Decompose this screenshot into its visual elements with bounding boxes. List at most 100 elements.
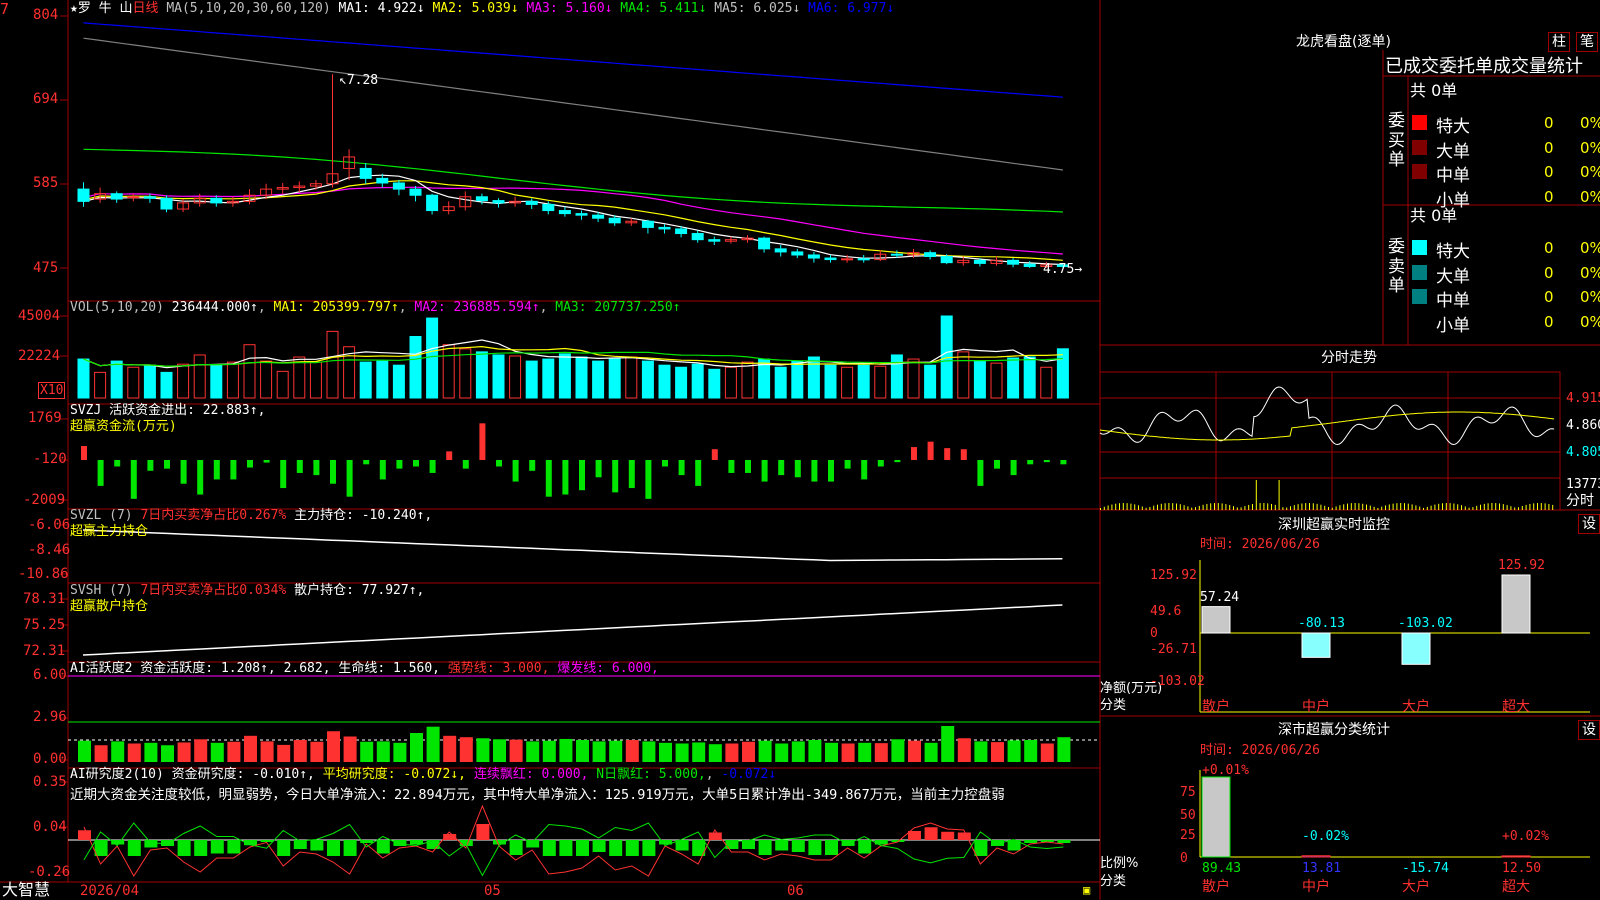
intraday-vol-bar: [1195, 507, 1196, 510]
ai1-bar: [526, 741, 540, 762]
star-icon[interactable]: ★: [70, 1, 78, 16]
intraday-vol-bar: [1514, 507, 1516, 510]
tick-view-button[interactable]: 笔: [1576, 32, 1598, 52]
ai2-axis-label: -0.26: [28, 864, 71, 880]
monitor-y-label: 49.6: [1150, 604, 1182, 619]
row-name: 中单: [1436, 166, 1470, 186]
brand-logo: 大智慧: [2, 880, 51, 899]
row-name: 大单: [1436, 267, 1470, 287]
intraday-vol-bar: [1354, 503, 1356, 510]
ai2-bar: [1057, 840, 1071, 843]
ma5-value: MA5: 6.025↓: [714, 1, 801, 16]
classify-ylabel: 比例%: [1100, 856, 1139, 871]
monitor-cat-label: 大户: [1402, 699, 1430, 715]
svzj-bar: [1010, 460, 1017, 476]
svzj-sub: 超赢资金流(万元): [70, 419, 177, 434]
row-value: 0: [1544, 239, 1554, 257]
intraday-vol-bar: [1533, 503, 1535, 510]
vol-axis-label: 22224: [18, 348, 61, 364]
ai1-bar: [111, 741, 125, 762]
monitor-y-label: -26.71: [1150, 642, 1197, 657]
ai2-analysis-text: 近期大资金关注度较低，明显弱势，今日大单净流入：22.894万元，其中特大单净流…: [70, 787, 1005, 803]
intraday-vol-bar: [1483, 503, 1485, 510]
ma4-value: MA4: 5.411↓: [620, 1, 707, 16]
intraday-vol-bar: [1293, 505, 1295, 510]
volume-bar: [309, 361, 322, 399]
intraday-vol-bar: [1202, 504, 1204, 510]
intraday-vol-bar: [1502, 504, 1504, 510]
intraday-title: 分时走势: [1321, 350, 1377, 366]
ai1-bar: [924, 742, 938, 762]
intraday-vol-bar: [1343, 504, 1345, 510]
candle: [575, 213, 588, 216]
stock-chart-canvas[interactable]: [0, 0, 1600, 900]
intraday-vol-bar: [1252, 504, 1253, 510]
intraday-vol-bar: [1540, 503, 1542, 510]
svzl-axis-label: -10.86: [18, 566, 69, 582]
svzj-bar: [778, 460, 785, 476]
intraday-label: 分时: [1566, 493, 1594, 509]
monitor-cat-label: 超大: [1502, 699, 1530, 715]
low-marker: 4.75→: [1043, 262, 1083, 277]
intraday-vol-bar: [1286, 507, 1288, 510]
svzj-bar: [413, 460, 419, 467]
monitor-value-label: -103.02: [1398, 616, 1453, 631]
vol-unit-button[interactable]: X10: [38, 382, 66, 399]
intraday-vol-bar: [1480, 504, 1481, 510]
classify-settings-button[interactable]: 设: [1578, 720, 1600, 740]
volume-bar: [957, 351, 970, 399]
ai1-bar: [227, 741, 241, 762]
candle: [77, 188, 90, 202]
candle: [359, 167, 372, 179]
svzj-bar: [711, 449, 718, 460]
intraday-vol-bar: [1297, 504, 1299, 510]
volume-bar: [774, 366, 787, 399]
ai2-bar: [808, 840, 822, 855]
ai2-bar: [642, 840, 656, 856]
candle: [658, 226, 671, 230]
intraday-vol-bar: [1419, 506, 1421, 510]
lock-icon[interactable]: ▣: [1083, 884, 1090, 896]
svzj-bar: [678, 460, 685, 476]
intraday-vol-bar: [1141, 506, 1143, 510]
intraday-vol-bar: [1278, 480, 1280, 510]
svzj-bar: [230, 460, 237, 480]
dragon-subtitle: 已成交委托单成交量统计: [1385, 56, 1583, 77]
date-axis-label: 2026/04: [80, 883, 140, 899]
intraday-vol-bar: [1176, 503, 1177, 510]
ai1-bar: [210, 742, 224, 762]
ma2-line: [83, 180, 1063, 261]
bar-view-button[interactable]: 柱: [1548, 32, 1570, 52]
ai2-bar: [310, 840, 324, 851]
period-label[interactable]: 日线: [132, 1, 158, 16]
volume-bar: [1007, 357, 1020, 399]
svzj-bar: [164, 460, 170, 469]
svzj-bar: [379, 460, 386, 480]
intraday-vol-bar: [1312, 503, 1314, 510]
intraday-vol-bar: [1339, 505, 1341, 510]
ai1-bar: [459, 737, 473, 762]
ai2-bar: [210, 840, 224, 854]
intraday-volume: 13773: [1566, 477, 1600, 492]
intraday-vol-bar: [1282, 507, 1284, 510]
intraday-vol-bar: [1537, 503, 1538, 510]
candle: [592, 214, 605, 219]
intraday-vol-bar: [1267, 503, 1269, 510]
vol-header: VOL(5,10,20) 236444.000↑, MA1: 205399.79…: [70, 300, 681, 315]
svzj-bar: [695, 460, 702, 486]
ai1-bar: [293, 740, 307, 762]
svzj-bar: [545, 460, 552, 497]
svzj-bar: [180, 460, 187, 484]
row-value: 0: [1544, 114, 1554, 132]
color-swatch-icon: [1412, 289, 1427, 304]
ai2-bar: [758, 840, 772, 855]
intraday-vol-bar: [1468, 507, 1470, 510]
intraday-vol-bar: [1221, 503, 1223, 510]
svzj-bar: [728, 460, 735, 473]
volume-bar: [110, 360, 123, 399]
ai1-bar: [758, 740, 772, 762]
row-name: 特大: [1436, 242, 1470, 262]
intraday-vol-bar: [1134, 504, 1136, 510]
monitor-settings-button[interactable]: 设: [1578, 514, 1600, 534]
row-value: 0: [1544, 288, 1554, 306]
